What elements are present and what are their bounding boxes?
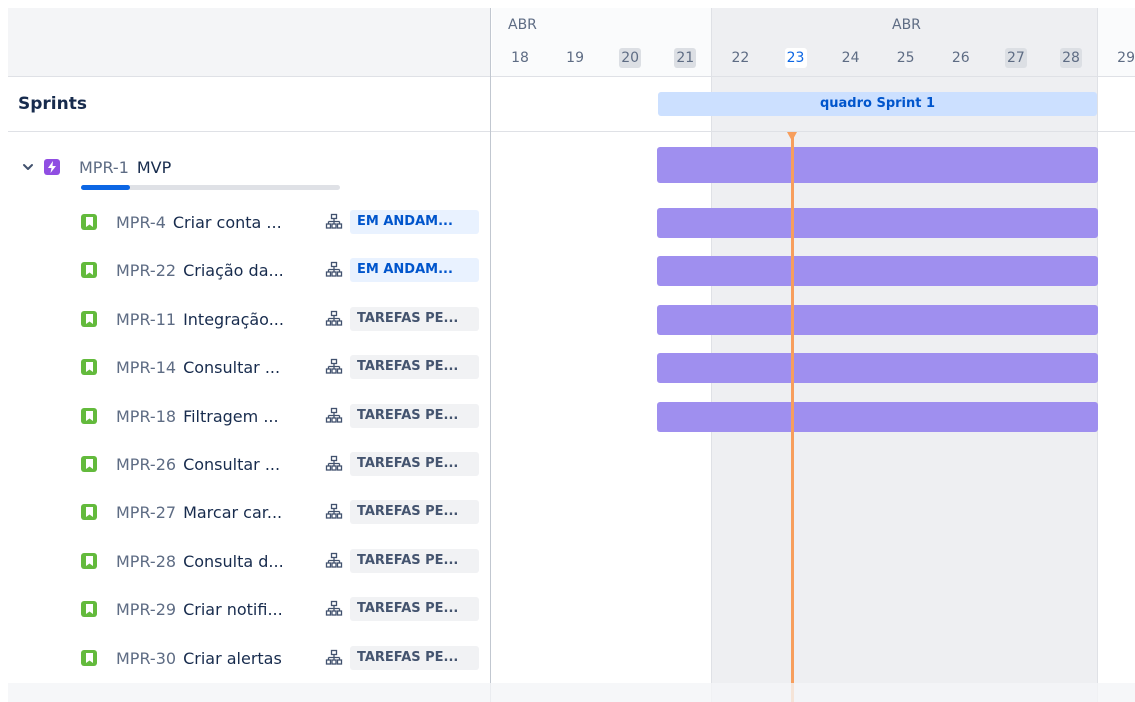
story-bookmark-icon bbox=[81, 311, 97, 327]
issue-row[interactable]: MPR-27 Marcar car... bbox=[81, 499, 282, 525]
bottom-scroll-area bbox=[8, 683, 1135, 702]
panel-divider[interactable] bbox=[490, 8, 491, 702]
epic-key[interactable]: MPR-1 bbox=[79, 158, 129, 177]
status-badge[interactable]: TAREFAS PE... bbox=[350, 646, 479, 670]
issue-row[interactable]: MPR-11 Integração... bbox=[81, 306, 284, 332]
story-bookmark-icon bbox=[81, 456, 97, 472]
issue-summary[interactable]: Criação da... bbox=[183, 261, 284, 280]
issue-summary[interactable]: Criar conta ... bbox=[173, 213, 282, 232]
issue-key[interactable]: MPR-4 bbox=[116, 213, 166, 232]
issue-summary[interactable]: Consultar ... bbox=[183, 455, 280, 474]
issue-summary[interactable]: Criar notifi... bbox=[183, 600, 283, 619]
status-badge[interactable]: EM ANDAM... bbox=[350, 258, 479, 282]
child-issues-icon[interactable] bbox=[325, 600, 343, 618]
epic-progress-track bbox=[81, 185, 340, 190]
status-badge[interactable]: TAREFAS PE... bbox=[350, 404, 479, 428]
issue-gantt-bar[interactable] bbox=[657, 208, 1098, 238]
day-label: 18 bbox=[511, 50, 529, 66]
epic-row[interactable]: MPR-1 MVP bbox=[20, 154, 171, 180]
issue-gantt-bar[interactable] bbox=[657, 256, 1098, 286]
status-badge[interactable]: TAREFAS PE... bbox=[350, 597, 479, 621]
child-issues-icon[interactable] bbox=[325, 213, 343, 231]
sprints-title: Sprints bbox=[18, 94, 87, 114]
day-label: 27 bbox=[1004, 48, 1027, 68]
chevron-down-icon[interactable] bbox=[20, 159, 36, 175]
child-issues-icon[interactable] bbox=[325, 261, 343, 279]
issue-key[interactable]: MPR-28 bbox=[116, 552, 176, 571]
issue-summary[interactable]: Criar alertas bbox=[183, 649, 282, 668]
day-label: 24 bbox=[841, 50, 860, 66]
issue-key[interactable]: MPR-29 bbox=[116, 600, 176, 619]
day-label: 21 bbox=[674, 48, 697, 68]
child-issues-icon[interactable] bbox=[325, 455, 343, 473]
month-label-second: ABR bbox=[892, 17, 921, 33]
issue-row[interactable]: MPR-29 Criar notifi... bbox=[81, 596, 283, 622]
issue-key[interactable]: MPR-11 bbox=[116, 310, 176, 329]
issue-key[interactable]: MPR-22 bbox=[116, 261, 176, 280]
sprints-divider bbox=[8, 131, 1135, 132]
story-bookmark-icon bbox=[81, 650, 97, 666]
header-divider bbox=[8, 76, 1135, 77]
day-label: 25 bbox=[896, 50, 915, 66]
story-bookmark-icon bbox=[81, 359, 97, 375]
day-label: 23 bbox=[784, 48, 807, 68]
issue-key[interactable]: MPR-26 bbox=[116, 455, 176, 474]
issue-gantt-bar[interactable] bbox=[657, 305, 1098, 335]
day-label: 28 bbox=[1060, 48, 1082, 68]
today-marker-line bbox=[791, 132, 794, 702]
status-badge[interactable]: EM ANDAM... bbox=[350, 210, 479, 234]
epic-progress-fill bbox=[81, 185, 131, 190]
day-label: 22 bbox=[731, 50, 750, 66]
day-label: 26 bbox=[951, 50, 970, 66]
story-bookmark-icon bbox=[81, 553, 97, 569]
epic-gantt-bar[interactable] bbox=[657, 147, 1098, 183]
story-bookmark-icon bbox=[81, 262, 97, 278]
epic-name[interactable]: MVP bbox=[137, 158, 171, 177]
issue-summary[interactable]: Consulta d... bbox=[183, 552, 284, 571]
child-issues-icon[interactable] bbox=[325, 310, 343, 328]
month-label-first: ABR bbox=[508, 17, 537, 33]
issue-summary[interactable]: Integração... bbox=[183, 310, 284, 329]
sprint-bar[interactable]: quadro Sprint 1 bbox=[658, 92, 1097, 116]
epic-lightning-icon bbox=[44, 159, 60, 175]
child-issues-icon[interactable] bbox=[325, 407, 343, 425]
issue-row[interactable]: MPR-28 Consulta d... bbox=[81, 548, 284, 574]
issue-row[interactable]: MPR-18 Filtragem ... bbox=[81, 403, 279, 429]
issue-key[interactable]: MPR-27 bbox=[116, 503, 176, 522]
issue-summary[interactable]: Filtragem ... bbox=[183, 407, 279, 426]
day-label: 19 bbox=[566, 50, 584, 66]
today-marker-cap bbox=[787, 132, 797, 141]
story-bookmark-icon bbox=[81, 408, 97, 424]
story-bookmark-icon bbox=[81, 504, 97, 520]
issue-row[interactable]: MPR-30 Criar alertas bbox=[81, 645, 282, 671]
status-badge[interactable]: TAREFAS PE... bbox=[350, 500, 479, 524]
issue-row[interactable]: MPR-4 Criar conta ... bbox=[81, 209, 282, 235]
child-issues-icon[interactable] bbox=[325, 649, 343, 667]
child-issues-icon[interactable] bbox=[325, 358, 343, 376]
day-label: 20 bbox=[619, 48, 642, 68]
issue-summary[interactable]: Consultar ... bbox=[183, 358, 280, 377]
status-badge[interactable]: TAREFAS PE... bbox=[350, 452, 479, 476]
issue-row[interactable]: MPR-14 Consultar ... bbox=[81, 354, 280, 380]
status-badge[interactable]: TAREFAS PE... bbox=[350, 307, 479, 331]
story-bookmark-icon bbox=[81, 214, 97, 230]
issue-key[interactable]: MPR-14 bbox=[116, 358, 176, 377]
issue-row[interactable]: MPR-22 Criação da... bbox=[81, 257, 284, 283]
issue-row[interactable]: MPR-26 Consultar ... bbox=[81, 451, 280, 477]
story-bookmark-icon bbox=[81, 601, 97, 617]
child-issues-icon[interactable] bbox=[325, 552, 343, 570]
day-label: 29 bbox=[1117, 50, 1135, 66]
list-header bbox=[8, 8, 491, 76]
issue-key[interactable]: MPR-30 bbox=[116, 649, 176, 668]
issue-key[interactable]: MPR-18 bbox=[116, 407, 176, 426]
issue-gantt-bar[interactable] bbox=[657, 353, 1098, 383]
status-badge[interactable]: TAREFAS PE... bbox=[350, 549, 479, 573]
status-badge[interactable]: TAREFAS PE... bbox=[350, 355, 479, 379]
issue-summary[interactable]: Marcar car... bbox=[183, 503, 282, 522]
issue-gantt-bar[interactable] bbox=[657, 402, 1098, 432]
child-issues-icon[interactable] bbox=[325, 503, 343, 521]
